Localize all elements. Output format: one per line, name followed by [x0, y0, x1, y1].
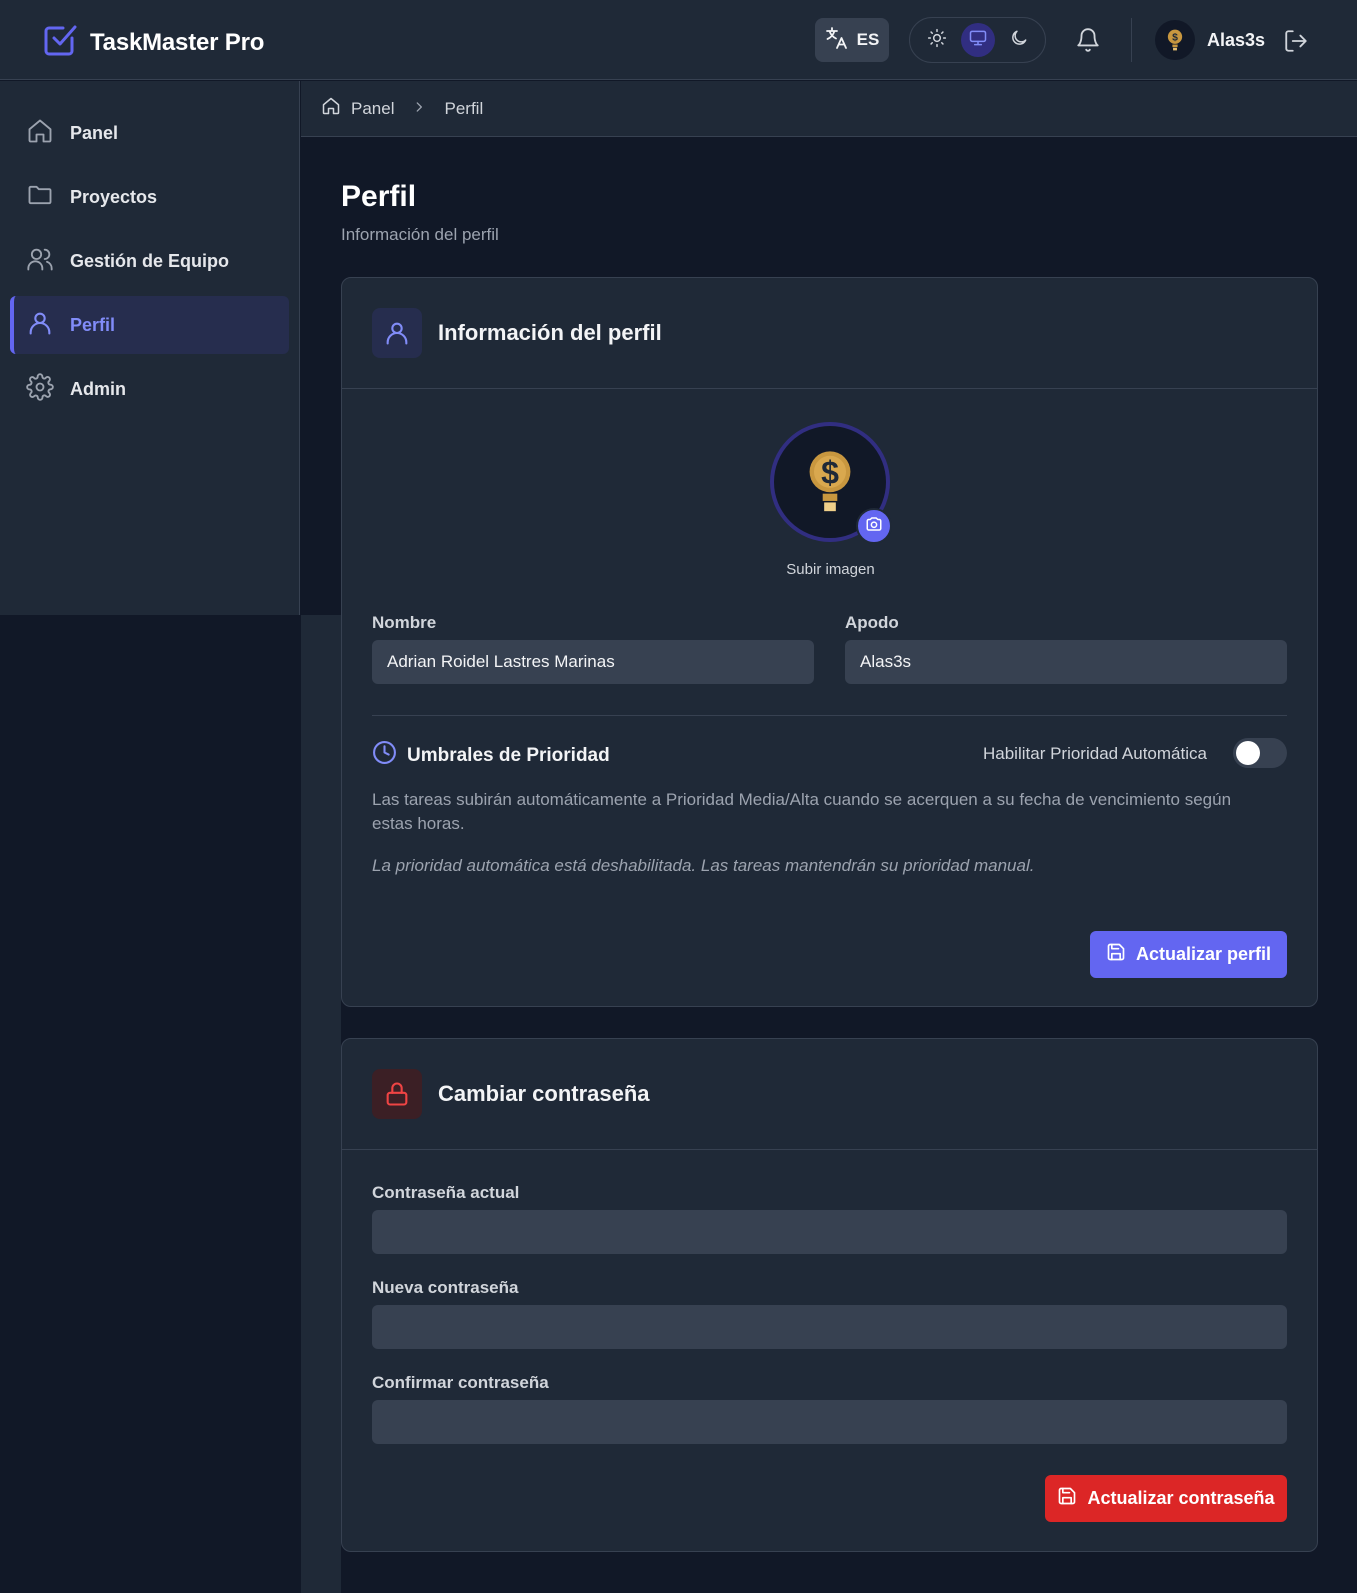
clock-icon	[372, 740, 397, 771]
home-icon	[26, 117, 54, 150]
user-avatar[interactable]: $	[1155, 20, 1195, 60]
sidebar-item-admin[interactable]: Admin	[10, 360, 289, 418]
language-code: ES	[856, 30, 880, 49]
moon-icon	[1009, 28, 1029, 53]
notifications-button[interactable]	[1075, 27, 1101, 58]
monitor-icon	[968, 28, 988, 53]
update-password-button[interactable]: Actualizar contraseña	[1045, 1475, 1287, 1522]
sun-icon	[927, 28, 947, 53]
app-title: TaskMaster Pro	[90, 28, 265, 56]
dollar-bulb-icon: $	[1167, 29, 1183, 51]
user-icon	[26, 309, 54, 342]
update-profile-button[interactable]: Actualizar perfil	[1090, 931, 1287, 978]
confirm-password-input[interactable]	[372, 1400, 1287, 1444]
lock-icon	[372, 1069, 422, 1119]
upload-photo-button[interactable]	[856, 508, 892, 544]
password-card: Cambiar contraseña Contraseña actual Nue…	[341, 1038, 1318, 1552]
top-bar: TaskMaster Pro ES $ Alas3s	[0, 0, 1357, 80]
dollar-bulb-icon: $	[809, 451, 851, 512]
confirm-password-label: Confirmar contraseña	[372, 1373, 549, 1392]
profile-card-header: Información del perfil	[342, 278, 1317, 389]
bell-icon	[1075, 28, 1101, 57]
nickname-label: Apodo	[845, 613, 899, 632]
sidebar-item-label: Panel	[70, 122, 119, 143]
name-input[interactable]	[372, 640, 814, 684]
breadcrumb: Panel Perfil	[301, 81, 1357, 137]
new-password-label: Nueva contraseña	[372, 1278, 519, 1297]
translate-icon	[825, 26, 849, 55]
theme-system-button[interactable]	[960, 23, 995, 57]
profile-card-title: Información del perfil	[438, 320, 662, 345]
new-password-input[interactable]	[372, 1305, 1287, 1349]
auto-priority-label: Habilitar Prioridad Automática	[983, 744, 1207, 763]
user-icon	[372, 308, 422, 358]
svg-text:$: $	[1172, 33, 1178, 44]
camera-icon	[865, 515, 883, 538]
folder-icon	[26, 181, 54, 214]
theme-dark-button[interactable]	[1002, 23, 1036, 57]
sidebar-item-label: Admin	[70, 378, 126, 399]
password-card-title: Cambiar contraseña	[438, 1081, 650, 1106]
gear-icon	[26, 372, 54, 406]
breadcrumb-item-perfil: Perfil	[444, 98, 484, 118]
sidebar: Panel Proyectos Gestión de Equipo Perfil	[0, 81, 300, 615]
priority-disabled-note: La prioridad automática está deshabilita…	[372, 856, 1035, 875]
update-password-label: Actualizar contraseña	[1087, 1488, 1275, 1508]
logout-icon	[1283, 30, 1309, 58]
sidebar-item-team[interactable]: Gestión de Equipo	[10, 232, 289, 290]
priority-title-text: Umbrales de Prioridad	[407, 744, 610, 766]
sidebar-item-label: Perfil	[70, 314, 116, 335]
upload-image-label: Subir imagen	[786, 561, 875, 578]
logout-button[interactable]	[1283, 28, 1309, 59]
page-subtitle: Información del perfil	[341, 225, 499, 244]
current-password-input[interactable]	[372, 1210, 1287, 1254]
sidebar-item-panel[interactable]: Panel	[10, 104, 289, 162]
section-divider	[372, 715, 1287, 716]
priority-description: Las tareas subirán automáticamente a Pri…	[372, 790, 1232, 833]
users-icon	[26, 245, 54, 278]
svg-text:$: $	[821, 454, 839, 490]
sidebar-item-label: Proyectos	[70, 186, 158, 207]
update-profile-label: Actualizar perfil	[1135, 944, 1272, 964]
sidebar-item-proyectos[interactable]: Proyectos	[10, 168, 289, 226]
name-label: Nombre	[372, 613, 437, 632]
theme-switcher	[909, 17, 1046, 63]
language-button[interactable]: ES	[815, 18, 889, 62]
page-title: Perfil	[341, 180, 417, 213]
theme-light-button[interactable]	[920, 23, 954, 57]
nickname-input[interactable]	[845, 640, 1287, 684]
save-icon	[1057, 1486, 1077, 1511]
breadcrumb-item-panel[interactable]: Panel	[351, 99, 394, 119]
content-gutter	[301, 615, 341, 1593]
home-icon[interactable]	[321, 96, 341, 121]
sidebar-item-label: Gestión de Equipo	[70, 250, 230, 271]
brand[interactable]: TaskMaster Pro	[42, 22, 264, 63]
priority-section-title: Umbrales de Prioridad	[372, 740, 610, 771]
chevron-right-icon	[412, 99, 426, 119]
user-name[interactable]: Alas3s	[1207, 30, 1265, 51]
current-password-label: Contraseña actual	[372, 1183, 520, 1202]
auto-priority-toggle[interactable]	[1233, 738, 1287, 768]
sidebar-item-perfil[interactable]: Perfil	[10, 296, 289, 354]
profile-card: Información del perfil $ Subir imagen No…	[341, 277, 1318, 1007]
toggle-knob	[1236, 741, 1260, 765]
save-icon	[1106, 942, 1126, 967]
task-check-icon	[42, 22, 78, 63]
header-divider	[1131, 18, 1132, 62]
password-card-header: Cambiar contraseña	[342, 1039, 1317, 1150]
